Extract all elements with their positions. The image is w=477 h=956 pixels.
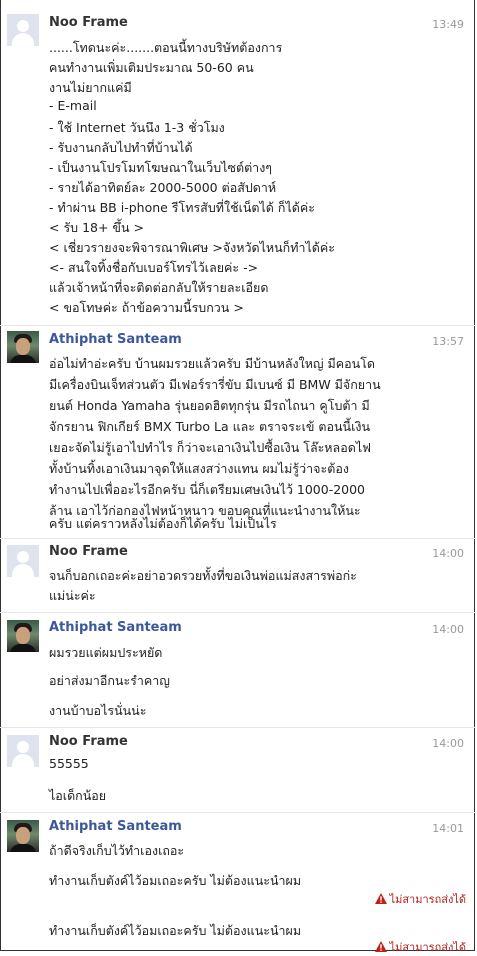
avatar[interactable] [7,735,39,767]
message-line: - E-mail [49,98,97,113]
message-line: < รับ 18+ ขึ้น > [49,220,144,235]
message-line: - รับงานกลับไปทำที่บ้านได้ [49,140,193,155]
message-line: ยนต์ Honda Yamaha รุ่นยอดฮิตทุกรุ่น มีรถ… [49,398,370,413]
message-line: - ใช้ Internet วันนึง 1-3 ชั่วโมง [49,120,225,135]
message-line: งานไม่ยากแค่มี [49,80,132,95]
divider [0,325,475,326]
send-error-label: ไม่สามารถส่งได้ [389,941,466,954]
message-line: งานบ้าบอไรนั่นน่ะ [49,703,147,718]
divider [0,612,475,613]
message-line: <- สนใจทิ้งชื่อกับเบอร์โทรไว้เลยค่ะ -> [49,260,259,275]
timestamp: 14:00 [432,737,464,750]
message-line: อ่อไม่ทำอ่ะครับ บ้านผมรวยแล้วครับ มีบ้าน… [49,356,376,371]
warning-icon [374,893,387,904]
avatar[interactable] [7,14,39,46]
sender-name[interactable]: Athiphat Santeam [49,332,182,347]
divider [0,812,475,813]
message-line: แม่น่ะค่ะ [49,588,96,603]
message-line: ถ้าดีจริงเก็บไว้ทำเองเถอะ [49,843,185,858]
message-line: - เป็นงานโปรโมทโฆษณาในเว็บไซต์ต่างๆ [49,160,273,175]
send-error[interactable]: ไม่สามารถส่งได้ [374,938,466,956]
message-line: ทั้งบ้านทิ้งเอาเงินมาจุดให้แสงสว่างแทน ผ… [49,461,349,476]
message-line: อย่าส่งมาอีกนะรำคาญ [49,673,170,688]
message-line: เยอะจัดไม่รู้เอาไปทำไร ก็ว่าจะเอาเงินไปซ… [49,440,371,455]
message-line: ผมรวยแต่ผมประหยัด [49,645,163,660]
message-line: ครับ แต่คราวหลังไม่ต้องก็ได้ครับ ไม่เป็น… [49,516,277,531]
message-line: ทำงานไปเพื่ออะไรอีกครับ นี่ก็เตรียมเศษเง… [49,482,366,497]
avatar[interactable] [7,331,39,363]
message-line: < เชี่ยวรายงจะพิจารณาพิเศษ >จังหวัดไหนก็… [49,240,335,255]
message-line: - รายได้อาทิตย์ละ 2000-5000 ต่อสัปดาห์ [49,180,277,195]
divider [0,727,475,728]
avatar[interactable] [7,545,39,577]
avatar[interactable] [7,820,39,852]
timestamp: 14:00 [432,623,464,636]
message-line: ทำงานเก็บตังค์ไว้อมเถอะครับ ไม่ต้องแนะนำ… [49,873,302,888]
timestamp: 13:57 [432,335,464,348]
timestamp: 14:00 [432,547,464,560]
send-error-label: ไม่สามารถส่งได้ [389,893,466,906]
message-line: คนทำงานเพิ่มเติมประมาณ 50-60 คน [49,60,254,75]
message-line: จักรยาน ฟิกเกียร์ BMX Turbo La และ ตราจร… [49,419,371,434]
sender-name[interactable]: Noo Frame [49,734,128,749]
timestamp: 14:01 [432,822,464,835]
message-line: ไอเด็กน้อย [49,788,107,803]
message-line: < ขอโทษค่ะ ถ้าข้อความนี้รบกวน > [49,300,244,315]
sender-name[interactable]: Noo Frame [49,544,128,559]
warning-icon [374,941,387,952]
avatar[interactable] [7,620,39,652]
sender-name[interactable]: Noo Frame [49,15,128,30]
message-line: ทำงานเก็บตังค์ไว้อมเถอะครับ ไม่ต้องแนะนำ… [49,923,302,938]
divider [0,538,475,539]
send-error[interactable]: ไม่สามารถส่งได้ [374,890,466,908]
sender-name[interactable]: Athiphat Santeam [49,819,182,834]
message-line: - ทำผ่าน BB i-phone รีโทรสับที่ใช้เน็ตได… [49,200,315,215]
message-line: มีเครื่องบินเจ็ทส่วนตัว มีเฟอร์รารี่ขับ … [49,377,381,392]
timestamp: 13:49 [432,18,464,31]
message-line: จนก็บอกเถอะค่ะอย่าอวดรวยทั้งที่ขอเงินพ่อ… [49,568,357,583]
message-line: 55555 [49,756,89,771]
sender-name[interactable]: Athiphat Santeam [49,620,182,635]
message-line: ......โทดนะค่ะ.......ตอนนี้ทางบริษัทต้อง… [49,40,283,55]
message-line: แล้วเจ้าหน้าที่จะติดต่อกลับให้รายละเอียด [49,280,269,295]
